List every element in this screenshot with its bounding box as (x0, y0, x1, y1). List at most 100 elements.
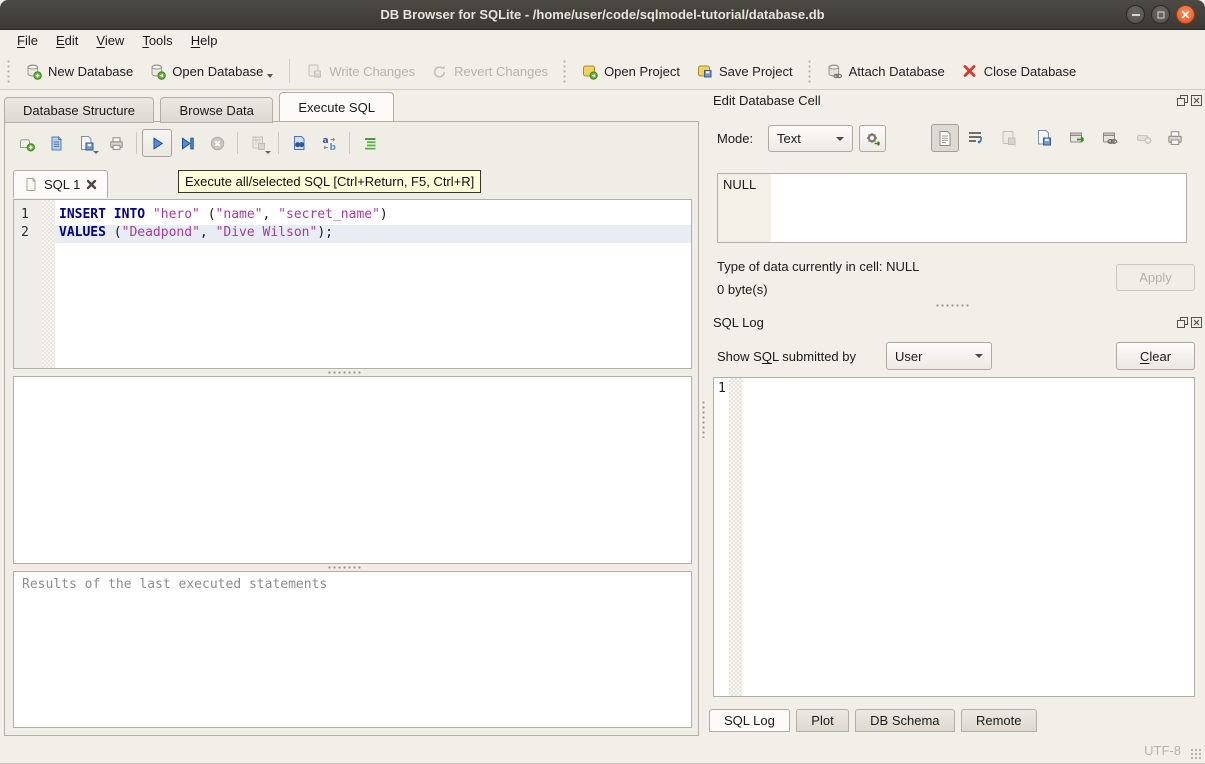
menu-edit[interactable]: Edit (47, 30, 87, 53)
save-cell-button[interactable] (1000, 129, 1018, 147)
toolbar-separator (349, 132, 350, 154)
dock-tab-remote[interactable]: Remote (961, 709, 1037, 732)
open-database-button[interactable]: Open Database (141, 58, 281, 85)
splitter-handle[interactable] (327, 370, 361, 375)
sql-document-tab[interactable]: SQL 1 (13, 170, 108, 198)
sql-log-area[interactable]: 1 (713, 377, 1195, 697)
save-results-button[interactable] (243, 129, 273, 157)
save-sql-file-button[interactable] (71, 129, 101, 157)
text-document-icon (937, 130, 953, 147)
execute-line-button[interactable] (172, 129, 202, 157)
dock-tab-sql-log[interactable]: SQL Log (709, 709, 790, 732)
dropdown-caret-icon[interactable] (267, 74, 273, 78)
open-project-button[interactable]: Open Project (573, 58, 688, 85)
find-button[interactable] (284, 129, 314, 157)
project-open-icon (581, 63, 598, 80)
splitter-handle[interactable] (327, 565, 361, 570)
toolbar-drag-handle[interactable] (6, 59, 11, 83)
execute-tooltip: Execute all/selected SQL [Ctrl+Return, F… (178, 170, 481, 193)
log-filter-combobox[interactable]: User (886, 342, 992, 370)
apply-format-icon (864, 130, 882, 148)
menu-view[interactable]: View (87, 30, 133, 53)
apply-button[interactable]: Apply (1116, 264, 1195, 291)
minimize-icon (1132, 14, 1140, 16)
format-sql-button[interactable] (355, 129, 385, 157)
attach-database-button[interactable]: Attach Database (818, 58, 953, 85)
print-icon (108, 135, 125, 152)
revert-changes-button[interactable]: Revert Changes (423, 58, 556, 85)
save-sql-file-icon (78, 135, 95, 152)
chevron-down-icon (836, 137, 844, 141)
splitter-handle[interactable] (935, 303, 969, 308)
dock-tab-bar: SQL Log Plot DB Schema Remote (709, 709, 1039, 732)
dock-float-icon[interactable] (1177, 95, 1188, 106)
word-wrap-button[interactable] (966, 129, 984, 147)
toolbar-drag-handle[interactable] (562, 59, 567, 83)
resize-grip[interactable] (1190, 748, 1202, 760)
close-window-button[interactable]: ✕ (1176, 5, 1195, 24)
sql-editor-code[interactable]: INSERT INTO "hero" ("name", "secret_name… (55, 200, 691, 368)
clear-log-button[interactable]: Clear (1116, 342, 1195, 370)
print-sql-button[interactable] (101, 129, 131, 157)
import-cell-button[interactable] (1035, 129, 1053, 147)
database-new-icon (25, 63, 42, 80)
sql-editor-fold-margin (42, 200, 55, 368)
save-project-button[interactable]: Save Project (688, 58, 801, 85)
dock-close-icon[interactable] (1191, 95, 1202, 106)
main-toolbar: New Database Open Database Write Changes… (0, 53, 1205, 90)
title-bar[interactable]: DB Browser for SQLite - /home/user/code/… (0, 0, 1205, 30)
dock-tab-db-schema[interactable]: DB Schema (855, 709, 954, 732)
stop-icon (209, 135, 226, 152)
close-tab-icon[interactable] (86, 179, 97, 190)
sql-log-dock-title: SQL Log (713, 315, 764, 330)
menu-file[interactable]: File (8, 30, 47, 53)
results-grid[interactable] (13, 376, 692, 564)
apply-format-button[interactable] (859, 125, 886, 152)
link-icon (1101, 129, 1119, 147)
tab-execute-sql[interactable]: Execute SQL (279, 92, 394, 122)
encoding-status: UTF-8 (1144, 743, 1181, 758)
splitter-handle[interactable] (701, 400, 706, 438)
open-sql-file-button[interactable] (41, 129, 71, 157)
new-database-button[interactable]: New Database (17, 58, 141, 85)
execute-all-button[interactable] (142, 129, 172, 157)
open-external-button[interactable] (1068, 129, 1086, 147)
stop-execution-button[interactable] (202, 129, 232, 157)
link-cell-button[interactable] (1101, 129, 1119, 147)
menu-tools[interactable]: Tools (133, 30, 181, 53)
text-mode-button[interactable] (931, 124, 959, 152)
tab-database-structure[interactable]: Database Structure (4, 97, 154, 123)
mode-combobox[interactable]: Text (768, 125, 853, 152)
save-results-icon (250, 135, 267, 152)
sql-log-gutter: 1 (714, 378, 729, 696)
set-null-button[interactable] (1135, 129, 1153, 147)
project-save-icon (696, 63, 713, 80)
minimize-button[interactable] (1126, 5, 1145, 24)
cell-editor[interactable]: NULL (717, 173, 1187, 243)
close-database-button[interactable]: Close Database (953, 58, 1085, 85)
main-tab-bar: Database Structure Browse Data Execute S… (4, 96, 396, 123)
sql-tab-label: SQL 1 (44, 177, 80, 192)
new-sql-tab-button[interactable] (11, 129, 41, 157)
dock-tab-plot[interactable]: Plot (796, 709, 848, 732)
execute-sql-panel: ab SQL 1 12 INSERT INTO "hero" ("name", … (4, 121, 699, 736)
toolbar-drag-handle[interactable] (807, 59, 812, 83)
dock-close-icon[interactable] (1191, 317, 1202, 328)
dock-float-icon[interactable] (1177, 317, 1188, 328)
menu-help[interactable]: Help (182, 30, 227, 53)
cell-value-gutter: NULL (718, 174, 771, 242)
maximize-button[interactable] (1151, 5, 1170, 24)
mode-label: Mode: (717, 131, 753, 146)
tab-browse-data[interactable]: Browse Data (160, 97, 272, 123)
write-changes-button[interactable]: Write Changes (298, 58, 423, 85)
results-message-area[interactable]: Results of the last executed statements (13, 571, 692, 728)
cell-value: NULL (723, 177, 756, 192)
execute-all-icon (149, 135, 166, 152)
database-attach-icon (826, 63, 843, 80)
sql-editor[interactable]: 12 INSERT INTO "hero" ("name", "secret_n… (13, 199, 692, 369)
print-cell-button[interactable] (1166, 129, 1184, 147)
find-replace-button[interactable]: ab (314, 129, 344, 157)
toolbar-separator (237, 132, 238, 154)
database-open-icon (149, 63, 166, 80)
results-placeholder: Results of the last executed statements (22, 577, 327, 592)
